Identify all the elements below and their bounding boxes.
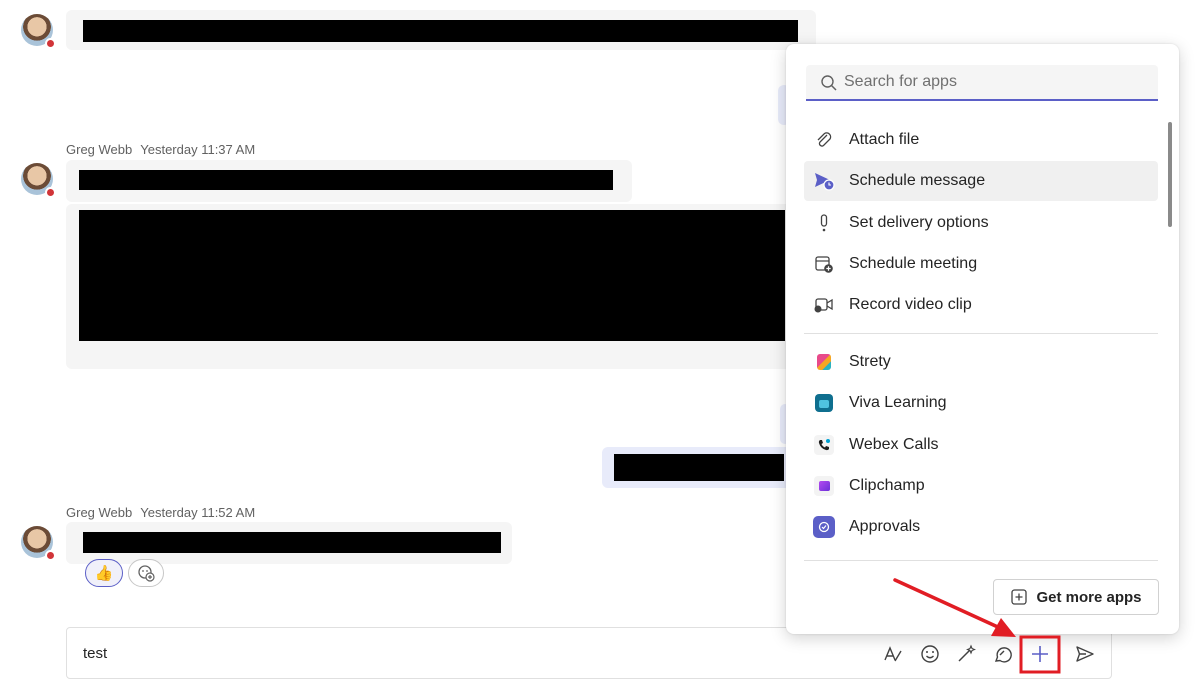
annotation-highlight-box [1019, 635, 1061, 674]
annotation-overlay [893, 578, 1061, 674]
annotation-arrow [893, 578, 1016, 637]
